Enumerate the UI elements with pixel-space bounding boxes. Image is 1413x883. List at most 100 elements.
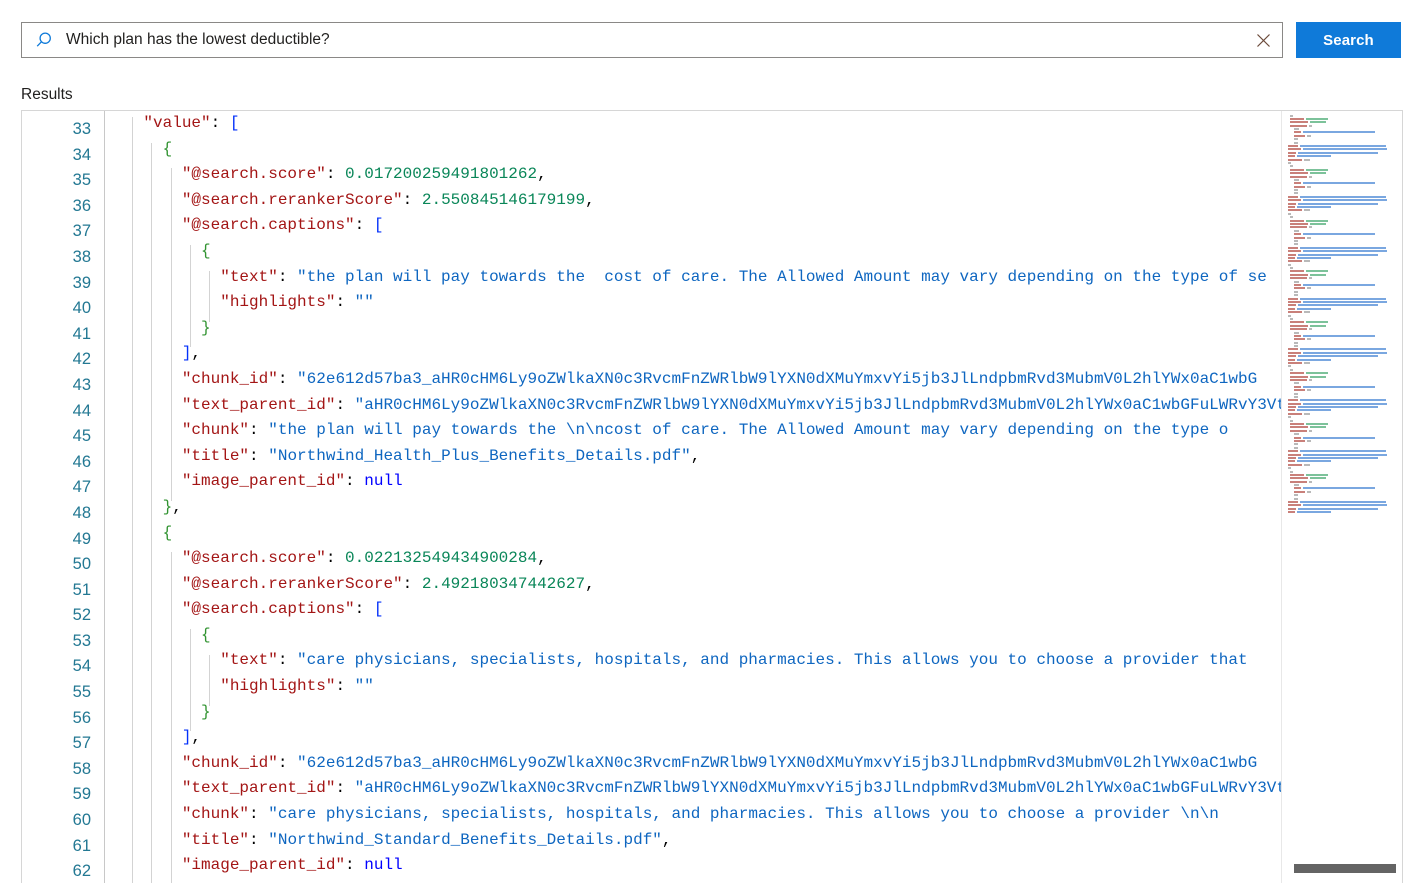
token-str: "62e612d57ba3_aHR0cHM6Ly9oZWlkaXN0c3Rvcm… [297, 370, 1257, 388]
line-number: 46 [22, 450, 105, 476]
token-brkt2: } [163, 498, 173, 516]
search-button[interactable]: Search [1296, 22, 1401, 58]
minimap-line [1286, 351, 1398, 354]
token-punct: , [537, 549, 547, 567]
token-punct: , [537, 165, 547, 183]
code-line: ], [105, 725, 1281, 751]
horizontal-scrollbar-thumb[interactable] [1294, 864, 1396, 873]
code-line: "text": "the plan will pay towards the c… [105, 265, 1281, 291]
token-key: "@search.rerankerScore" [182, 575, 403, 593]
code-line: "chunk_id": "62e612d57ba3_aHR0cHM6Ly9oZW… [105, 367, 1281, 393]
line-number: 39 [22, 271, 105, 297]
token-str: "the plan will pay towards the cost of c… [297, 268, 1267, 286]
code-line: "text_parent_id": "aHR0cHM6Ly9oZWlkaXN0c… [105, 393, 1281, 419]
token-punct: : [278, 268, 297, 286]
code-line: { [105, 137, 1281, 163]
line-number: 58 [22, 757, 105, 783]
token-punct: : [249, 447, 268, 465]
token-key: "value" [143, 114, 210, 132]
token-key: "chunk" [182, 421, 249, 439]
token-num: 2.550845146179199 [422, 191, 585, 209]
vertical-scrollbar[interactable] [1388, 111, 1402, 883]
token-brkt2: } [201, 319, 211, 337]
line-number: 62 [22, 859, 105, 883]
line-number: 54 [22, 654, 105, 680]
token-punct: : [249, 805, 268, 823]
line-number: 48 [22, 501, 105, 527]
line-number: 51 [22, 578, 105, 604]
code-line: "chunk_id": "62e612d57ba3_aHR0cHM6Ly9oZW… [105, 751, 1281, 777]
line-number: 41 [22, 322, 105, 348]
token-key: "chunk" [182, 805, 249, 823]
code-line: } [105, 700, 1281, 726]
line-number: 53 [22, 629, 105, 655]
code-line: "text_parent_id": "aHR0cHM6Ly9oZWlkaXN0c… [105, 776, 1281, 802]
line-number: 36 [22, 194, 105, 220]
code-line: "@search.score": 0.022132549434900284, [105, 546, 1281, 572]
code-line: "@search.rerankerScore": 2.5508451461791… [105, 188, 1281, 214]
token-key: "title" [182, 447, 249, 465]
token-key: "@search.captions" [182, 600, 355, 618]
search-input[interactable] [66, 30, 1250, 50]
code-line: "chunk": "care physicians, specialists, … [105, 802, 1281, 828]
token-num: 2.492180347442627 [422, 575, 585, 593]
clear-search-button[interactable] [1250, 27, 1276, 53]
minimap-line [1286, 511, 1398, 514]
line-number: 52 [22, 603, 105, 629]
code-line: } [105, 316, 1281, 342]
code-line: "chunk": "the plan will pay towards the … [105, 418, 1281, 444]
line-number: 40 [22, 296, 105, 322]
token-punct: , [662, 831, 672, 849]
token-punct: , [191, 344, 201, 362]
line-number: 34 [22, 143, 105, 169]
code-line: "image_parent_id": null [105, 469, 1281, 495]
token-brkt1: [ [374, 600, 384, 618]
token-key: "chunk_id" [182, 370, 278, 388]
token-null: null [364, 856, 402, 874]
token-key: "highlights" [220, 293, 335, 311]
token-punct: : [335, 779, 354, 797]
code-line: { [105, 239, 1281, 265]
close-icon [1256, 33, 1271, 48]
line-number: 55 [22, 680, 105, 706]
search-icon [32, 30, 56, 50]
token-punct: : [335, 293, 354, 311]
token-punct: : [335, 677, 354, 695]
line-number: 49 [22, 527, 105, 553]
token-punct: : [345, 472, 364, 490]
token-str: "the plan will pay towards the \n\ncost … [268, 421, 1228, 439]
code-line: { [105, 623, 1281, 649]
code-line: "title": "Northwind_Health_Plus_Benefits… [105, 444, 1281, 470]
token-str: "care physicians, specialists, hospitals… [297, 651, 1248, 669]
code-line: "highlights": "" [105, 674, 1281, 700]
token-str: "62e612d57ba3_aHR0cHM6Ly9oZWlkaXN0c3Rvcm… [297, 754, 1257, 772]
json-results-editor[interactable]: 3334353637383940414243444546474849505152… [21, 110, 1403, 883]
token-brkt1: [ [374, 216, 384, 234]
token-str: "" [355, 293, 374, 311]
token-str: "" [355, 677, 374, 695]
token-key: "@search.score" [182, 549, 326, 567]
token-punct: : [278, 370, 297, 388]
token-punct: , [172, 498, 182, 516]
token-key: "title" [182, 831, 249, 849]
code-line: "@search.captions": [ [105, 213, 1281, 239]
token-punct: , [191, 728, 201, 746]
code-line: "title": "Northwind_Standard_Benefits_De… [105, 828, 1281, 854]
line-number: 50 [22, 552, 105, 578]
token-key: "text" [220, 268, 278, 286]
token-key: "image_parent_id" [182, 856, 345, 874]
code-content-area[interactable]: "value": [ { "@search.score": 0.01720025… [105, 111, 1402, 883]
code-line: }, [105, 495, 1281, 521]
token-str: "care physicians, specialists, hospitals… [268, 805, 1219, 823]
token-str: "Northwind_Standard_Benefits_Details.pdf… [268, 831, 662, 849]
search-input-container[interactable] [21, 22, 1283, 58]
line-number: 37 [22, 219, 105, 245]
line-number: 44 [22, 399, 105, 425]
line-number: 59 [22, 782, 105, 808]
token-brkt1: ] [182, 728, 192, 746]
search-bar: Search [21, 22, 1402, 58]
minimap[interactable] [1281, 111, 1402, 883]
token-punct: , [691, 447, 701, 465]
code-line: "highlights": "" [105, 290, 1281, 316]
line-number: 42 [22, 347, 105, 373]
